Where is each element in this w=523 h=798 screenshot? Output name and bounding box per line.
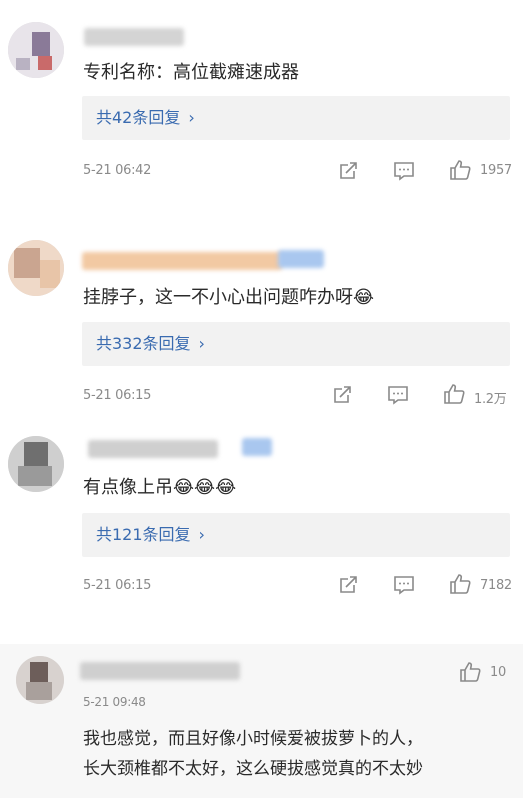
username-blurred[interactable] (80, 662, 240, 680)
chevron-right-icon: › (198, 334, 205, 353)
view-replies-link[interactable]: 共332条回复 › (82, 322, 510, 366)
reply-text-line: 长大颈椎都不太好，这么硬拔感觉真的不太妙 (83, 759, 423, 779)
username-blurred[interactable] (88, 440, 218, 458)
replies-count-label: 共121条回复 (96, 525, 191, 544)
like-count: 1.2万 (474, 392, 507, 407)
comment-text: 专利名称：高位截瘫速成器 (83, 62, 299, 83)
avatar[interactable] (8, 22, 64, 78)
like-icon[interactable] (448, 572, 472, 596)
comment-time: 5-21 06:42 (83, 163, 152, 178)
like-count: 10 (490, 665, 506, 680)
like-count: 7182 (480, 578, 512, 593)
comment-item: 有点像上吊😂😂😂 共121条回复 › 5-21 06:15 7182 (0, 420, 523, 620)
user-badge-blurred (242, 438, 272, 456)
replies-count-label: 共332条回复 (96, 334, 191, 353)
username-blurred[interactable] (82, 252, 282, 270)
like-count: 1957 (480, 163, 512, 178)
like-icon[interactable] (442, 382, 466, 406)
like-icon[interactable] (448, 158, 472, 182)
avatar[interactable] (16, 656, 64, 704)
chevron-right-icon: › (188, 108, 195, 127)
replies-count-label: 共42条回复 (96, 108, 181, 127)
avatar[interactable] (8, 436, 64, 492)
reply-time: 5-21 09:48 (83, 695, 146, 709)
chevron-right-icon: › (198, 525, 205, 544)
reply-text-line: 我也感觉，而且好像小时候爱被拔萝卜的人， (83, 729, 423, 749)
comment-time: 5-21 06:15 (83, 578, 152, 593)
comment-text: 有点像上吊😂😂😂 (83, 477, 237, 498)
comment-time: 5-21 06:15 (83, 388, 152, 403)
featured-reply: 5-21 09:48 10 我也感觉，而且好像小时候爱被拔萝卜的人， 长大颈椎都… (0, 644, 523, 798)
like-icon[interactable] (458, 660, 482, 684)
avatar[interactable] (8, 240, 64, 296)
view-replies-link[interactable]: 共42条回复 › (82, 96, 510, 140)
user-badge-blurred (278, 250, 324, 268)
username-blurred[interactable] (84, 28, 184, 46)
comment-text: 挂脖子，这一不小心出问题咋办呀😂 (83, 287, 375, 308)
comment-icon[interactable] (392, 573, 416, 597)
comment-icon[interactable] (392, 159, 416, 183)
comment-icon[interactable] (386, 383, 410, 407)
share-icon[interactable] (336, 573, 360, 597)
comment-item: 专利名称：高位截瘫速成器 共42条回复 › 5-21 06:42 1957 (0, 0, 523, 210)
share-icon[interactable] (336, 159, 360, 183)
share-icon[interactable] (330, 383, 354, 407)
comment-item: 挂脖子，这一不小心出问题咋办呀😂 共332条回复 › 5-21 06:15 1.2… (0, 226, 523, 426)
view-replies-link[interactable]: 共121条回复 › (82, 513, 510, 557)
